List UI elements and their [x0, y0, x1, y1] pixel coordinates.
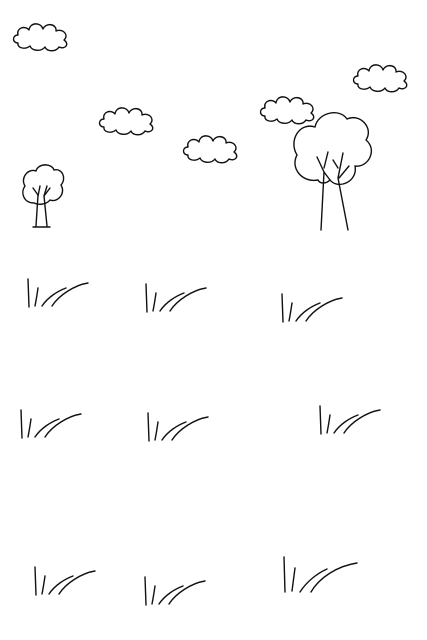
grass-tuft-9 [283, 556, 358, 593]
grass-tuft-6 [319, 405, 381, 435]
grass-tuft-3 [281, 293, 343, 323]
cloud-4 [98, 107, 154, 136]
cloud-1 [12, 23, 68, 52]
grass-tuft-1 [27, 278, 89, 308]
tree-large [293, 112, 372, 231]
grass-tuft-5 [147, 412, 209, 442]
grass-tuft-4 [20, 409, 82, 439]
cloud-5 [182, 135, 238, 164]
cloud-3 [259, 96, 315, 125]
grass-tuft-2 [145, 283, 207, 313]
tree-small [22, 164, 65, 228]
grass-tuft-8 [144, 576, 206, 606]
line-drawing-scene [12, 23, 408, 606]
cloud-2 [352, 64, 408, 93]
grass-tuft-7 [34, 566, 96, 596]
